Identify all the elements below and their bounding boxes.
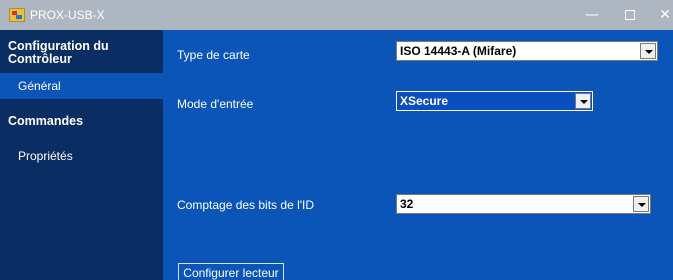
id-bit-count-value: 32 (400, 197, 414, 211)
configure-reader-button[interactable]: Configurer lecteur (178, 263, 284, 280)
chevron-down-icon[interactable] (575, 93, 591, 109)
input-mode-value: XSecure (400, 94, 449, 108)
card-type-select[interactable]: ISO 14443-A (Mifare) (396, 41, 658, 61)
sidebar-item-general[interactable]: Général (0, 73, 163, 99)
minimize-button[interactable]: — (573, 0, 611, 30)
window-title: PROX-USB-X (30, 8, 105, 22)
sidebar-section-commands[interactable]: Commandes (0, 115, 163, 128)
id-bit-count-select[interactable]: 32 (396, 194, 651, 214)
chevron-down-icon[interactable] (633, 196, 649, 212)
maximize-icon (625, 10, 635, 20)
input-mode-select[interactable]: XSecure (396, 91, 593, 111)
sidebar: Configuration du Contrôleur Général Comm… (0, 30, 163, 280)
input-mode-label: Mode d'entrée (177, 97, 254, 111)
sidebar-section-configuration[interactable]: Configuration du Contrôleur (0, 40, 163, 66)
chevron-down-icon[interactable] (640, 43, 656, 59)
title-bar: PROX-USB-X — ✕ (0, 0, 673, 30)
id-bit-count-label: Comptage des bits de l'ID (177, 198, 315, 212)
sidebar-item-properties[interactable]: Propriétés (0, 143, 163, 169)
main-panel: Type de carte ISO 14443-A (Mifare) Mode … (163, 30, 673, 280)
close-button[interactable]: ✕ (646, 0, 673, 30)
card-type-label: Type de carte (177, 48, 250, 62)
app-icon (9, 8, 25, 22)
maximize-button[interactable] (611, 0, 649, 30)
card-type-value: ISO 14443-A (Mifare) (400, 44, 517, 58)
